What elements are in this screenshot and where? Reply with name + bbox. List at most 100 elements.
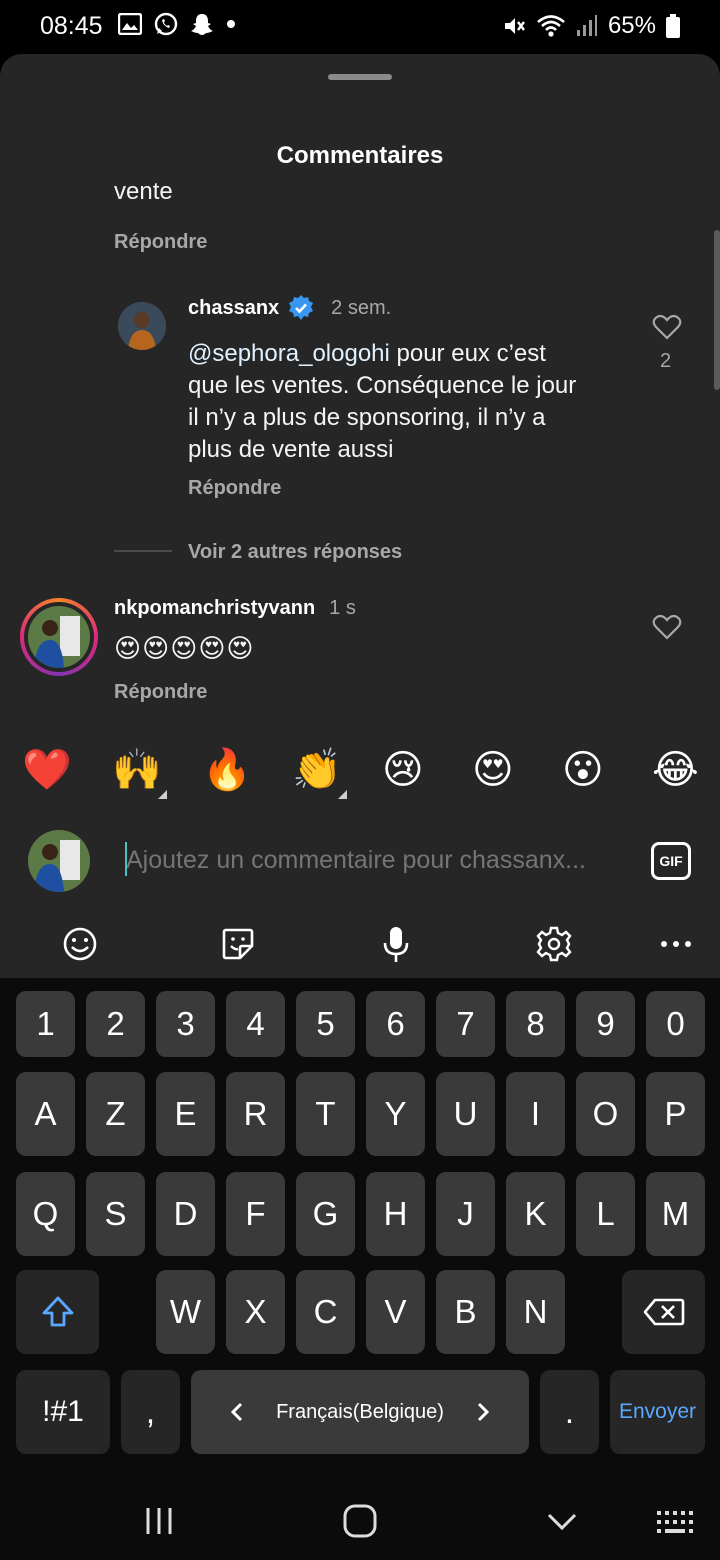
avatar-photo: [118, 302, 166, 350]
comment-composer: GIF: [0, 828, 720, 898]
comment-text-line: plus de vente aussi: [188, 436, 394, 463]
key-l[interactable]: L: [576, 1172, 635, 1256]
dot-icon: [227, 20, 235, 28]
home-icon[interactable]: [343, 1504, 377, 1538]
shift-key[interactable]: [16, 1270, 99, 1354]
key-6[interactable]: 6: [366, 991, 425, 1057]
key-s[interactable]: S: [86, 1172, 145, 1256]
key-3[interactable]: 3: [156, 991, 215, 1057]
key-v[interactable]: V: [366, 1270, 425, 1354]
key-j[interactable]: J: [436, 1172, 495, 1256]
divider: [114, 550, 172, 552]
mention-link[interactable]: @sephora_ologohi: [188, 340, 390, 367]
key-8[interactable]: 8: [506, 991, 565, 1057]
key-0[interactable]: 0: [646, 991, 705, 1057]
avatar-photo: [28, 606, 90, 668]
wifi-icon: [537, 15, 565, 37]
drag-handle[interactable]: [328, 74, 392, 80]
space-bar[interactable]: Français(Belgique): [191, 1370, 529, 1454]
backspace-key[interactable]: [622, 1270, 705, 1354]
avatar[interactable]: [118, 302, 166, 350]
key-h[interactable]: H: [366, 1172, 425, 1256]
comments-list[interactable]: vente Répondre chassanx 2 sem. @sephora_…: [0, 182, 720, 722]
send-key[interactable]: Envoyer: [610, 1370, 705, 1454]
chevron-right-icon: [477, 1402, 490, 1422]
key-k[interactable]: K: [506, 1172, 565, 1256]
keyboard-toolbar: [0, 916, 720, 976]
key-e[interactable]: E: [156, 1072, 215, 1156]
period-key[interactable]: .: [540, 1370, 599, 1454]
key-t[interactable]: T: [296, 1072, 355, 1156]
key-c[interactable]: C: [296, 1270, 355, 1354]
emoji-icon[interactable]: [60, 924, 100, 964]
key-z[interactable]: Z: [86, 1072, 145, 1156]
heart-icon[interactable]: [652, 612, 682, 642]
comment-time: 1 s: [329, 596, 356, 619]
key-d[interactable]: D: [156, 1172, 215, 1256]
key-2[interactable]: 2: [86, 991, 145, 1057]
emoji-reaction[interactable]: 😢: [382, 746, 424, 794]
emoji-reaction[interactable]: 😂: [652, 746, 699, 794]
key-1[interactable]: 1: [16, 991, 75, 1057]
more-icon[interactable]: [656, 924, 696, 964]
key-5[interactable]: 5: [296, 991, 355, 1057]
key-b[interactable]: B: [436, 1270, 495, 1354]
key-r[interactable]: R: [226, 1072, 285, 1156]
key-7[interactable]: 7: [436, 991, 495, 1057]
comment-time: 2 sem.: [331, 296, 392, 319]
key-y[interactable]: Y: [366, 1072, 425, 1156]
battery-icon: [666, 14, 680, 38]
chevron-left-icon: [230, 1402, 243, 1422]
emoji-reaction[interactable]: 🔥: [202, 746, 252, 794]
key-f[interactable]: F: [226, 1172, 285, 1256]
comment-username[interactable]: nkpomanchristyvann: [114, 597, 315, 620]
gif-button[interactable]: GIF: [651, 842, 691, 880]
settings-icon[interactable]: [534, 924, 574, 964]
reply-button[interactable]: Répondre: [114, 226, 207, 258]
reply-button[interactable]: Répondre: [188, 472, 281, 504]
key-w[interactable]: W: [156, 1270, 215, 1354]
key-q[interactable]: Q: [16, 1172, 75, 1256]
comment-username[interactable]: chassanx: [188, 297, 279, 320]
comma-key[interactable]: ,: [121, 1370, 180, 1454]
keyboard-switch-icon[interactable]: [656, 1510, 694, 1534]
recents-icon[interactable]: [144, 1506, 174, 1536]
key-u[interactable]: U: [436, 1072, 495, 1156]
key-9[interactable]: 9: [576, 991, 635, 1057]
comment-text-line: que les ventes. Conséquence le jour: [188, 372, 577, 399]
status-time: 08:45: [40, 12, 103, 40]
avatar[interactable]: [20, 598, 98, 676]
whatsapp-icon: [154, 12, 178, 36]
sticker-icon[interactable]: [218, 924, 258, 964]
quick-emoji-bar: ❤️ 🙌 🔥 👏 😢 😍 😮 😂: [0, 738, 720, 802]
key-g[interactable]: G: [296, 1172, 355, 1256]
skin-tone-indicator: [338, 790, 347, 799]
emoji-reaction[interactable]: 🙌: [112, 746, 162, 794]
heart-icon[interactable]: [652, 312, 682, 342]
space-bar-label: Français(Belgique): [276, 1400, 444, 1423]
view-more-replies[interactable]: Voir 2 autres réponses: [188, 536, 402, 568]
chevron-down-icon[interactable]: [546, 1512, 578, 1532]
key-m[interactable]: M: [646, 1172, 705, 1256]
emoji-reaction[interactable]: 😍: [472, 746, 514, 794]
key-a[interactable]: A: [16, 1072, 75, 1156]
emoji-reaction[interactable]: ❤️: [22, 746, 72, 794]
emoji-reaction[interactable]: 👏: [292, 746, 342, 794]
shift-icon: [42, 1296, 73, 1327]
avatar: [28, 830, 90, 892]
snapchat-icon: [191, 14, 213, 35]
verified-icon: [289, 295, 314, 320]
key-n[interactable]: N: [506, 1270, 565, 1354]
key-i[interactable]: I: [506, 1072, 565, 1156]
reply-button[interactable]: Répondre: [114, 676, 207, 708]
comment-text: 😍😍😍😍😍: [114, 633, 255, 663]
key-o[interactable]: O: [576, 1072, 635, 1156]
key-p[interactable]: P: [646, 1072, 705, 1156]
comment-text-line: il n’y a plus de sponsoring, il n’y a: [188, 404, 546, 431]
microphone-icon[interactable]: [376, 924, 416, 964]
symbols-key[interactable]: !#1: [16, 1370, 110, 1454]
key-x[interactable]: X: [226, 1270, 285, 1354]
comment-input[interactable]: [126, 840, 626, 880]
key-4[interactable]: 4: [226, 991, 285, 1057]
emoji-reaction[interactable]: 😮: [562, 746, 604, 794]
